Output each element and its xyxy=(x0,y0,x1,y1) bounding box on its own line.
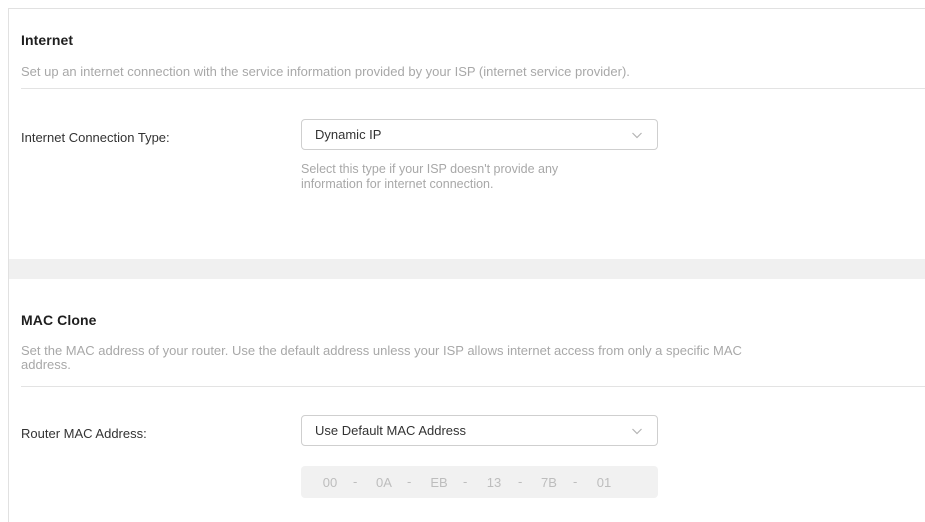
connection-type-value: Dynamic IP xyxy=(315,127,382,142)
mac-octet-1: 00 xyxy=(322,475,338,490)
mac-octet-4: 13 xyxy=(486,475,502,490)
router-mac-select[interactable]: Use Default MAC Address xyxy=(301,415,658,446)
mac-clone-section: MAC Clone Set the MAC address of your ro… xyxy=(9,279,925,522)
mac-octet-6: 01 xyxy=(596,475,612,490)
internet-title: Internet xyxy=(21,32,74,48)
internet-section: Internet Set up an internet connection w… xyxy=(9,9,925,259)
mac-clone-title: MAC Clone xyxy=(21,312,97,328)
mac-clone-description-line1: Set the MAC address of your router. Use … xyxy=(21,343,742,358)
mac-octet-5: 7B xyxy=(541,475,557,490)
mac-separator: - xyxy=(518,474,523,489)
mac-separator: - xyxy=(463,474,468,489)
connection-type-hint: Select this type if your ISP doesn't pro… xyxy=(301,162,661,192)
mac-octet-3: EB xyxy=(430,475,448,490)
internet-description: Set up an internet connection with the s… xyxy=(21,64,630,79)
section-separator xyxy=(9,259,925,279)
settings-panel: Internet Set up an internet connection w… xyxy=(8,8,925,522)
router-mac-value: Use Default MAC Address xyxy=(315,423,467,438)
mac-octet-2: 0A xyxy=(376,475,392,490)
mac-separator: - xyxy=(353,474,358,489)
mac-separator: - xyxy=(573,474,578,489)
connection-type-hint-line1: Select this type if your ISP doesn't pro… xyxy=(301,162,559,176)
mac-clone-description-line2: address. xyxy=(21,357,71,372)
connection-type-select[interactable]: Dynamic IP xyxy=(301,119,658,150)
mac-clone-divider xyxy=(21,386,925,387)
router-mac-label: Router MAC Address: xyxy=(21,426,147,441)
chevron-down-icon xyxy=(632,132,642,139)
connection-type-label: Internet Connection Type: xyxy=(21,130,170,145)
internet-divider xyxy=(21,88,925,89)
chevron-down-icon xyxy=(632,428,642,435)
mac-clone-description: Set the MAC address of your router. Use … xyxy=(21,344,925,372)
mac-separator: - xyxy=(407,474,412,489)
connection-type-hint-line2: information for internet connection. xyxy=(301,177,494,191)
mac-address-field: 00 - 0A - EB - 13 - 7B - 01 xyxy=(301,466,658,498)
